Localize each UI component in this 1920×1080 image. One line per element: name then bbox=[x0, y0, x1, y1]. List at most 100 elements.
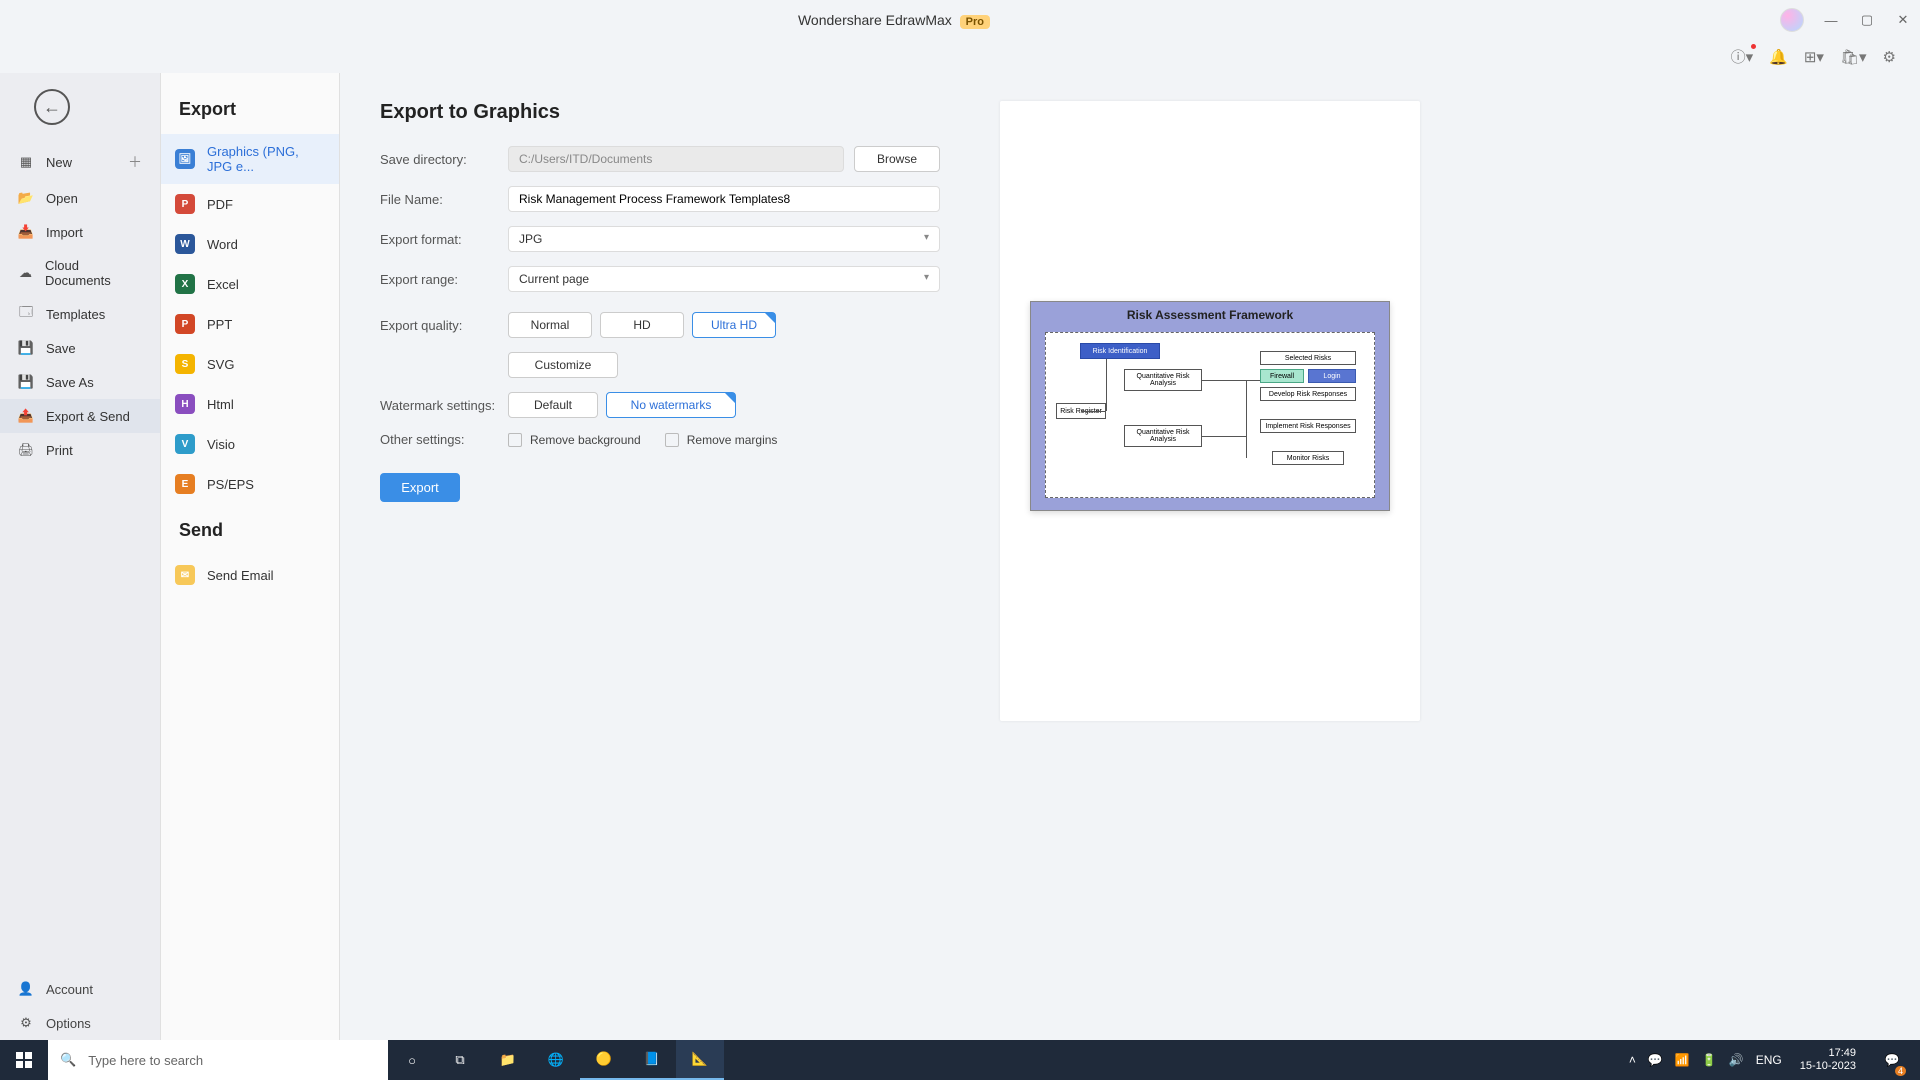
cortana-icon[interactable]: ○ bbox=[388, 1040, 436, 1080]
help-icon[interactable]: ⓘ▾ bbox=[1731, 46, 1754, 67]
watermark-default-button[interactable]: Default bbox=[508, 392, 598, 418]
tray-time: 17:49 bbox=[1800, 1047, 1856, 1060]
format-ppt[interactable]: P PPT bbox=[161, 304, 339, 344]
folder-icon: 📂 bbox=[18, 190, 34, 206]
checkbox-label: Remove background bbox=[530, 433, 641, 447]
sidebar-item-export[interactable]: 📤 Export & Send bbox=[0, 399, 160, 433]
maximize-button[interactable]: ▢ bbox=[1858, 12, 1876, 28]
preview-box: Implement Risk Responses bbox=[1260, 419, 1356, 433]
watermark-none-button[interactable]: No watermarks bbox=[606, 392, 736, 418]
start-button[interactable] bbox=[0, 1040, 48, 1080]
format-pdf[interactable]: P PDF bbox=[161, 184, 339, 224]
sidebar-item-templates[interactable]: 🗔 Templates bbox=[0, 297, 160, 331]
plus-icon[interactable]: ＋ bbox=[128, 152, 142, 172]
gear-icon[interactable]: ⚙ bbox=[1883, 48, 1896, 66]
cart-icon[interactable]: 🛍▾ bbox=[1840, 48, 1867, 66]
heading-export: Export bbox=[161, 83, 339, 134]
page-title: Export to Graphics bbox=[380, 101, 940, 124]
excel-icon: X bbox=[175, 274, 195, 294]
save-icon: 💾 bbox=[18, 340, 34, 356]
format-html[interactable]: H Html bbox=[161, 384, 339, 424]
task-view-icon[interactable]: ⧉ bbox=[436, 1040, 484, 1080]
avatar[interactable] bbox=[1780, 8, 1804, 32]
sidebar-item-label: Open bbox=[46, 191, 78, 206]
sidebar-item-cloud[interactable]: ☁ Cloud Documents bbox=[0, 249, 160, 297]
sidebar-formats: Export 🖼 Graphics (PNG, JPG e... P PDF W… bbox=[160, 73, 340, 1040]
preview-box: Risk Identification bbox=[1080, 343, 1160, 359]
checkbox-icon bbox=[508, 433, 522, 447]
file-explorer-icon[interactable]: 📁 bbox=[484, 1040, 532, 1080]
plus-square-icon: ▦ bbox=[18, 154, 34, 170]
sidebar-item-save[interactable]: 💾 Save bbox=[0, 331, 160, 365]
ppt-icon: P bbox=[175, 314, 195, 334]
label-other: Other settings: bbox=[380, 432, 508, 447]
sidebar-item-label: Save As bbox=[46, 375, 94, 390]
browse-button[interactable]: Browse bbox=[854, 146, 940, 172]
preview-box: Quantitative Risk Analysis bbox=[1124, 369, 1202, 391]
format-label: Excel bbox=[207, 277, 239, 292]
apps-icon[interactable]: ⊞▾ bbox=[1804, 48, 1824, 66]
export-format-select[interactable]: JPG bbox=[508, 226, 940, 252]
notification-icon[interactable]: 💬 bbox=[1874, 1040, 1910, 1080]
preview-box: Firewall bbox=[1260, 369, 1304, 383]
sidebar-item-options[interactable]: ⚙ Options bbox=[0, 1006, 160, 1040]
tray-clock[interactable]: 17:49 15-10-2023 bbox=[1794, 1047, 1862, 1073]
quality-uhd-button[interactable]: Ultra HD bbox=[692, 312, 776, 338]
tray-wifi-icon[interactable]: 📶 bbox=[1675, 1053, 1690, 1067]
sidebar-item-account[interactable]: 👤 Account bbox=[0, 972, 160, 1006]
tray-chevron-icon[interactable]: ˄ bbox=[1629, 1053, 1636, 1067]
back-button[interactable]: ← bbox=[34, 89, 70, 125]
sidebar-item-label: New bbox=[46, 155, 72, 170]
format-label: Graphics (PNG, JPG e... bbox=[207, 144, 325, 174]
pdf-icon: P bbox=[175, 194, 195, 214]
sidebar-item-label: Templates bbox=[46, 307, 105, 322]
remove-background-checkbox[interactable]: Remove background bbox=[508, 433, 641, 447]
format-label: PS/EPS bbox=[207, 477, 254, 492]
minimize-button[interactable]: — bbox=[1822, 13, 1840, 28]
file-name-field[interactable] bbox=[508, 186, 940, 212]
preview-box: Quantitative Risk Analysis bbox=[1124, 425, 1202, 447]
tray-meet-icon[interactable]: 💬 bbox=[1648, 1053, 1663, 1067]
sidebar-item-label: Export & Send bbox=[46, 409, 130, 424]
quality-hd-button[interactable]: HD bbox=[600, 312, 684, 338]
format-graphics[interactable]: 🖼 Graphics (PNG, JPG e... bbox=[161, 134, 339, 184]
checkbox-label: Remove margins bbox=[687, 433, 778, 447]
close-button[interactable]: ✕ bbox=[1894, 12, 1912, 28]
graphics-icon: 🖼 bbox=[175, 149, 195, 169]
sidebar-item-print[interactable]: 🖨 Print bbox=[0, 433, 160, 467]
format-excel[interactable]: X Excel bbox=[161, 264, 339, 304]
word-icon[interactable]: 📘 bbox=[628, 1040, 676, 1080]
edrawmax-icon[interactable]: 📐 bbox=[676, 1040, 724, 1080]
save-directory-field: C:/Users/ITD/Documents bbox=[508, 146, 844, 172]
remove-margins-checkbox[interactable]: Remove margins bbox=[665, 433, 778, 447]
sidebar-item-label: Save bbox=[46, 341, 76, 356]
sidebar-item-saveas[interactable]: 💾 Save As bbox=[0, 365, 160, 399]
export-range-select[interactable]: Current page bbox=[508, 266, 940, 292]
format-word[interactable]: W Word bbox=[161, 224, 339, 264]
quality-normal-button[interactable]: Normal bbox=[508, 312, 592, 338]
customize-button[interactable]: Customize bbox=[508, 352, 618, 378]
chrome-icon[interactable]: 🟡 bbox=[580, 1040, 628, 1080]
label-range: Export range: bbox=[380, 272, 508, 287]
label-watermark: Watermark settings: bbox=[380, 398, 508, 413]
format-visio[interactable]: V Visio bbox=[161, 424, 339, 464]
export-button[interactable]: Export bbox=[380, 473, 460, 502]
sidebar-item-open[interactable]: 📂 Open bbox=[0, 181, 160, 215]
sidebar-item-new[interactable]: ▦ New ＋ bbox=[0, 143, 160, 181]
format-label: SVG bbox=[207, 357, 234, 372]
edge-icon[interactable]: 🌐 bbox=[532, 1040, 580, 1080]
sidebar-item-label: Account bbox=[46, 982, 93, 997]
bell-icon[interactable]: 🔔 bbox=[1769, 48, 1788, 66]
sidebar-item-import[interactable]: 📥 Import bbox=[0, 215, 160, 249]
send-email[interactable]: ✉ Send Email bbox=[161, 555, 339, 595]
sidebar-item-label: Print bbox=[46, 443, 73, 458]
account-icon: 👤 bbox=[18, 981, 34, 997]
sidebar-item-label: Options bbox=[46, 1016, 91, 1031]
format-svg[interactable]: S SVG bbox=[161, 344, 339, 384]
taskbar-search[interactable]: 🔍 Type here to search bbox=[48, 1040, 388, 1080]
tray-volume-icon[interactable]: 🔊 bbox=[1729, 1053, 1744, 1067]
format-pseps[interactable]: E PS/EPS bbox=[161, 464, 339, 504]
tray-battery-icon[interactable]: 🔋 bbox=[1702, 1053, 1717, 1067]
visio-icon: V bbox=[175, 434, 195, 454]
tray-lang[interactable]: ENG bbox=[1756, 1053, 1782, 1067]
